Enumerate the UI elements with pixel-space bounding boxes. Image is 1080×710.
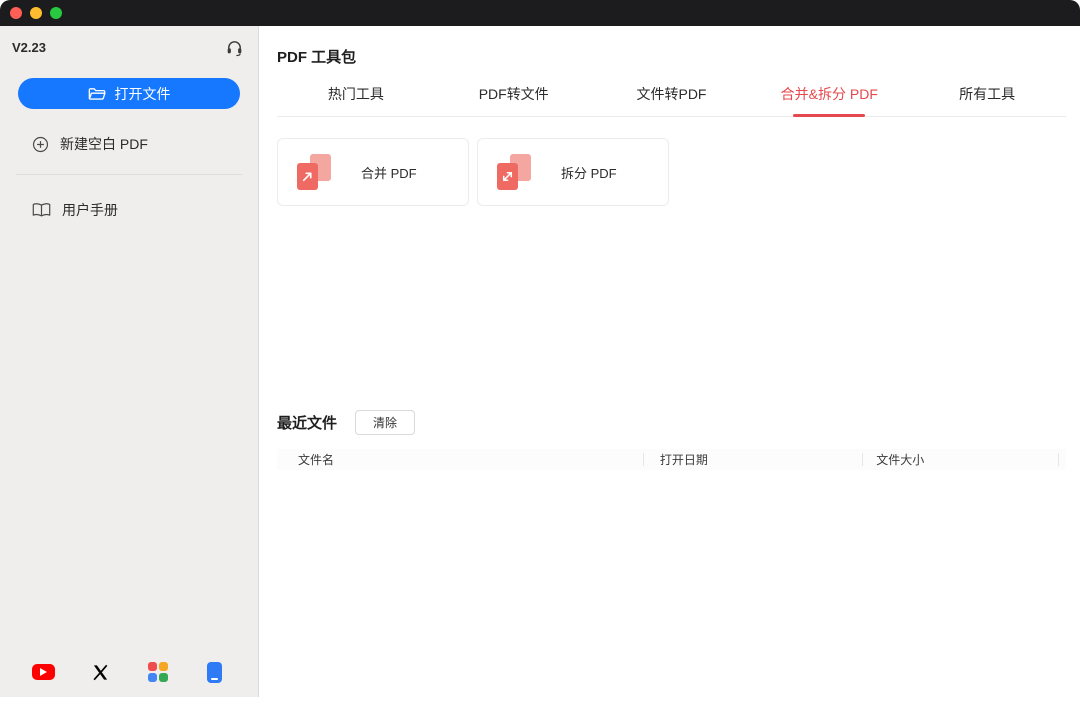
recent-files-table: 文件名 打开日期 文件大小: [277, 449, 1066, 710]
tab-file-to-pdf[interactable]: 文件转PDF: [593, 84, 751, 116]
tab-all-tools[interactable]: 所有工具: [908, 84, 1066, 116]
open-file-button[interactable]: 打开文件: [18, 78, 240, 109]
column-header-spacer: [1059, 453, 1066, 466]
table-header-row: 文件名 打开日期 文件大小: [277, 449, 1066, 470]
tool-label: 合并 PDF: [361, 165, 417, 181]
open-folder-icon: [88, 86, 106, 101]
zoom-button[interactable]: [50, 7, 62, 19]
book-icon: [32, 202, 51, 218]
tab-popular-tools[interactable]: 热门工具: [277, 84, 435, 116]
traffic-lights: [10, 7, 62, 19]
user-manual-button[interactable]: 用户手册: [0, 200, 258, 220]
tool-label: 拆分 PDF: [561, 165, 617, 181]
apps-grid-icon[interactable]: [146, 660, 170, 684]
app-window: V2.23 打开文件 新建空白 PDF 用户手册 PDF 工具包 热门工具 PD…: [0, 0, 1080, 697]
social-bar: [0, 660, 258, 697]
recent-files-header: 最近文件 清除: [277, 410, 1066, 435]
tab-merge-split-pdf[interactable]: 合并&拆分 PDF: [750, 84, 908, 116]
page-title: PDF 工具包: [277, 49, 357, 66]
app-version: V2.23: [12, 39, 46, 55]
sidebar: V2.23 打开文件 新建空白 PDF 用户手册: [0, 26, 259, 697]
main-content: PDF 工具包 热门工具 PDF转文件 文件转PDF 合并&拆分 PDF 所有工…: [259, 26, 1080, 697]
split-pdf-card[interactable]: 拆分 PDF: [477, 138, 669, 206]
x-icon[interactable]: [88, 660, 112, 684]
new-blank-pdf-label: 新建空白 PDF: [60, 136, 148, 152]
column-header-file-size: 文件大小: [863, 453, 1059, 467]
minimize-button[interactable]: [30, 7, 42, 19]
column-header-filename: 文件名: [277, 453, 644, 467]
close-button[interactable]: [10, 7, 22, 19]
titlebar: [0, 0, 1080, 26]
tool-card-grid: 合并 PDF 拆分 PDF: [277, 138, 1066, 206]
youtube-icon[interactable]: [31, 660, 55, 684]
tab-bar: 热门工具 PDF转文件 文件转PDF 合并&拆分 PDF 所有工具: [277, 84, 1066, 117]
table-body-empty: [277, 470, 1066, 710]
split-pdf-icon: [493, 151, 535, 193]
mobile-app-icon[interactable]: [203, 660, 227, 684]
column-header-open-date: 打开日期: [644, 453, 864, 467]
user-manual-label: 用户手册: [62, 202, 118, 218]
recent-files-title: 最近文件: [277, 415, 338, 432]
clear-recent-button[interactable]: 清除: [355, 410, 416, 435]
open-file-label: 打开文件: [114, 85, 171, 102]
tab-pdf-to-file[interactable]: PDF转文件: [435, 84, 593, 116]
merge-pdf-card[interactable]: 合并 PDF: [277, 138, 469, 206]
sidebar-divider: [16, 174, 242, 175]
new-blank-pdf-button[interactable]: 新建空白 PDF: [0, 134, 258, 154]
merge-pdf-icon: [293, 151, 335, 193]
support-headset-icon[interactable]: [224, 37, 244, 57]
plus-circle-icon: [32, 136, 49, 153]
